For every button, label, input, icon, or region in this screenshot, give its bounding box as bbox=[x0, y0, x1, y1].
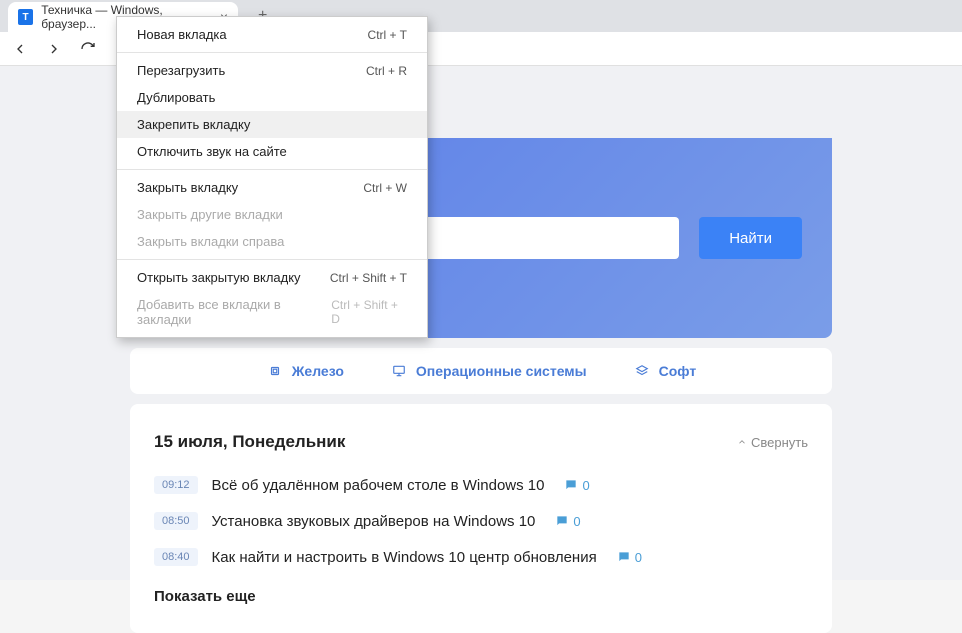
menu-item-label: Закрыть другие вкладки bbox=[137, 207, 283, 222]
article-comments[interactable]: 0 bbox=[555, 514, 580, 529]
category-nav: Железо Операционные системы Софт bbox=[130, 348, 832, 394]
comment-count: 0 bbox=[582, 478, 589, 493]
menu-item-shortcut: Ctrl + W bbox=[363, 181, 407, 195]
reload-button[interactable] bbox=[80, 41, 96, 57]
menu-item: Закрыть другие вкладки bbox=[117, 201, 427, 228]
menu-item[interactable]: Перезагрузить Ctrl + R bbox=[117, 57, 427, 84]
article-comments[interactable]: 0 bbox=[564, 478, 589, 493]
reload-icon bbox=[80, 41, 96, 57]
menu-item-label: Закрепить вкладку bbox=[137, 117, 250, 132]
article-time: 08:40 bbox=[154, 548, 198, 566]
menu-item-shortcut: Ctrl + Shift + D bbox=[331, 298, 407, 326]
tab-favicon: Т bbox=[18, 9, 33, 25]
article-title[interactable]: Как найти и настроить в Windows 10 центр… bbox=[212, 549, 597, 566]
menu-item-label: Закрыть вкладку bbox=[137, 180, 238, 195]
menu-item: Добавить все вкладки в закладкиCtrl + Sh… bbox=[117, 291, 427, 333]
arrow-left-icon bbox=[12, 41, 28, 57]
tab-context-menu: Новая вкладка Ctrl + T Перезагрузить Ctrl +… bbox=[116, 16, 428, 338]
menu-item[interactable]: Новая вкладка Ctrl + T bbox=[117, 21, 427, 48]
menu-item-shortcut: Ctrl + R bbox=[366, 64, 407, 78]
collapse-button[interactable]: Свернуть bbox=[737, 435, 808, 450]
comment-icon bbox=[617, 550, 631, 564]
back-button[interactable] bbox=[12, 41, 28, 57]
arrow-right-icon bbox=[46, 41, 62, 57]
menu-item[interactable]: Закрепить вкладку bbox=[117, 111, 427, 138]
menu-item[interactable]: Закрыть вкладку Ctrl + W bbox=[117, 174, 427, 201]
feed-card: 15 июля, Понедельник Свернуть 09:12 Всё о… bbox=[130, 404, 832, 633]
menu-item-label: Отключить звук на сайте bbox=[137, 144, 287, 159]
menu-item-label: Добавить все вкладки в закладки bbox=[137, 297, 331, 327]
comment-icon bbox=[564, 478, 578, 492]
chevron-up-icon bbox=[737, 437, 747, 447]
menu-item: Закрыть вкладки справа bbox=[117, 228, 427, 255]
menu-item-label: Открыть закрытую вкладку bbox=[137, 270, 301, 285]
article-row: 08:50 Установка звуковых драйверов на Win… bbox=[154, 512, 808, 530]
nav-tab-software[interactable]: Софт bbox=[633, 363, 697, 379]
forward-button[interactable] bbox=[46, 41, 62, 57]
show-more-button[interactable]: Показать еще bbox=[154, 588, 808, 605]
collapse-label: Свернуть bbox=[751, 435, 808, 450]
article-row: 08:40 Как найти и настроить в Windows 10 … bbox=[154, 548, 808, 566]
chip-icon bbox=[266, 364, 284, 378]
article-time: 08:50 bbox=[154, 512, 198, 530]
nav-tab-label: Операционные системы bbox=[416, 363, 587, 379]
menu-item-label: Перезагрузить bbox=[137, 63, 225, 78]
nav-tab-hardware[interactable]: Железо bbox=[266, 363, 344, 379]
menu-item[interactable]: Дублировать bbox=[117, 84, 427, 111]
monitor-icon bbox=[390, 364, 408, 378]
comment-icon bbox=[555, 514, 569, 528]
layers-icon bbox=[633, 364, 651, 378]
menu-item-shortcut: Ctrl + Shift + T bbox=[330, 271, 407, 285]
article-row: 09:12 Всё об удалённом рабочем столе в Wi… bbox=[154, 476, 808, 494]
nav-tab-os[interactable]: Операционные системы bbox=[390, 363, 587, 379]
menu-item-shortcut: Ctrl + T bbox=[368, 28, 407, 42]
article-title[interactable]: Установка звуковых драйверов на Windows … bbox=[212, 513, 536, 530]
menu-item-label: Новая вкладка bbox=[137, 27, 227, 42]
nav-tab-label: Софт bbox=[659, 363, 697, 379]
feed-date: 15 июля, Понедельник bbox=[154, 432, 345, 452]
search-button[interactable]: Найти bbox=[699, 217, 802, 259]
menu-item[interactable]: Отключить звук на сайте bbox=[117, 138, 427, 165]
menu-separator bbox=[117, 52, 427, 53]
menu-item[interactable]: Открыть закрытую вкладку Ctrl + Shift + T bbox=[117, 264, 427, 291]
comment-count: 0 bbox=[635, 550, 642, 565]
nav-tab-label: Железо bbox=[292, 363, 344, 379]
menu-separator bbox=[117, 259, 427, 260]
menu-item-label: Закрыть вкладки справа bbox=[137, 234, 284, 249]
menu-separator bbox=[117, 169, 427, 170]
feed-header: 15 июля, Понедельник Свернуть bbox=[154, 432, 808, 452]
comment-count: 0 bbox=[573, 514, 580, 529]
article-time: 09:12 bbox=[154, 476, 198, 494]
article-comments[interactable]: 0 bbox=[617, 550, 642, 565]
article-title[interactable]: Всё об удалённом рабочем столе в Windows… bbox=[212, 477, 545, 494]
menu-item-label: Дублировать bbox=[137, 90, 215, 105]
